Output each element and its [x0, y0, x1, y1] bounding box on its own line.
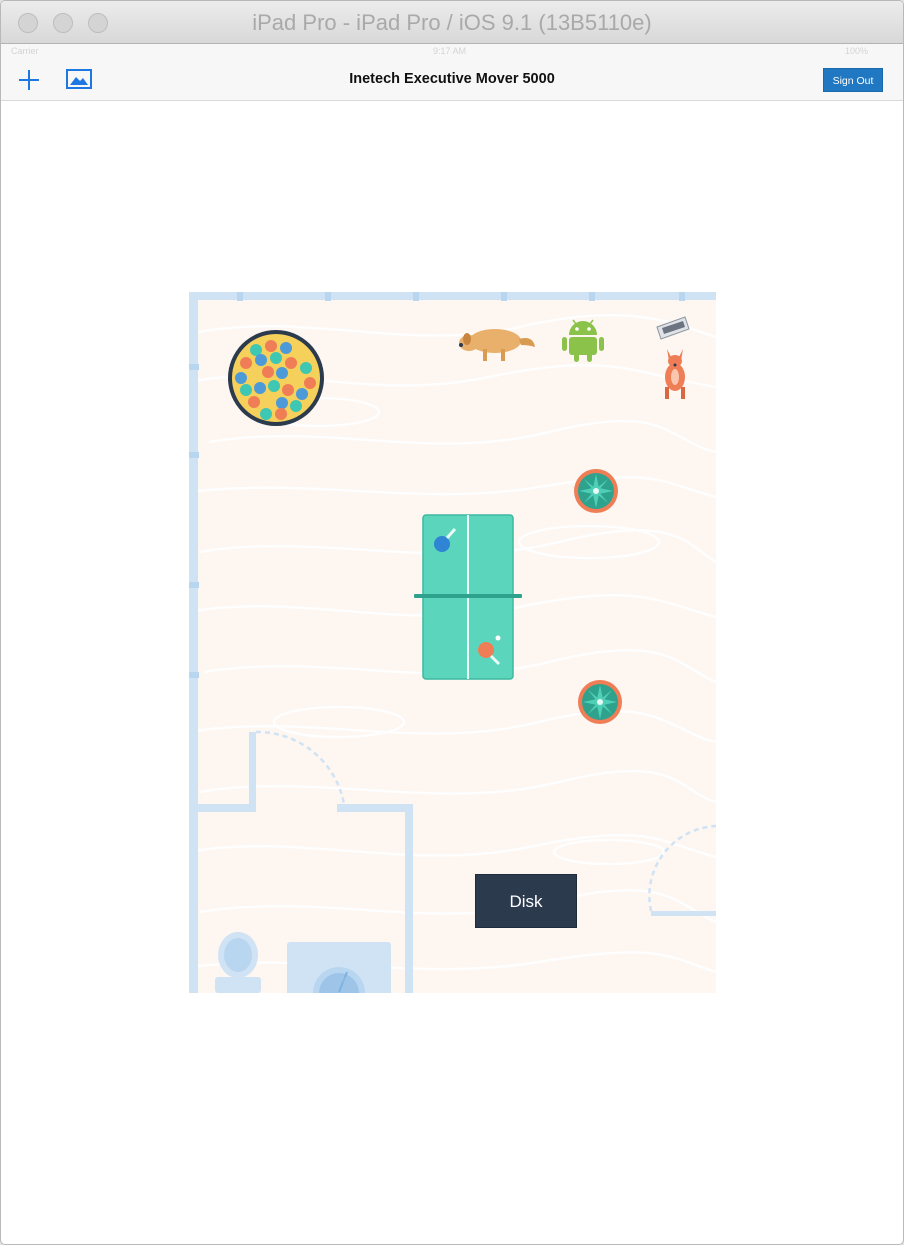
- scale-label: 230 lb: [329, 978, 349, 985]
- nav-title: Inetech Executive Mover 5000: [349, 71, 555, 87]
- time-label: 9:17 AM: [433, 46, 467, 56]
- ios-status-bar: Carrier 9:17 AM 100%: [1, 44, 903, 58]
- sign-out-button[interactable]: Sign Out: [823, 68, 883, 92]
- disk-button[interactable]: Disk: [475, 874, 577, 928]
- ball-pit-icon[interactable]: [226, 328, 326, 428]
- simulator-window: iPad Pro - iPad Pro / iOS 9.1 (13B5110e)…: [0, 0, 904, 1245]
- fox-icon[interactable]: [659, 347, 691, 401]
- ping-pong-table-icon[interactable]: [413, 514, 523, 682]
- potted-plant-icon[interactable]: [573, 468, 619, 514]
- carrier-label: Carrier: [11, 46, 39, 56]
- navigation-bar: Inetech Executive Mover 5000 Sign Out: [1, 58, 903, 101]
- battery-label: 100%: [845, 46, 869, 56]
- toilet-icon: [215, 932, 261, 993]
- window-titlebar: iPad Pro - iPad Pro / iOS 9.1 (13B5110e): [1, 1, 903, 44]
- dog-icon[interactable]: [453, 317, 537, 365]
- bathroom-scale: 230 lb: [287, 942, 391, 993]
- potted-plant-icon[interactable]: [577, 679, 623, 725]
- gauge-icon: [313, 967, 365, 993]
- laptop-icon[interactable]: [653, 313, 693, 341]
- android-robot-icon[interactable]: [561, 315, 605, 363]
- window-title: iPad Pro - iPad Pro / iOS 9.1 (13B5110e): [252, 10, 652, 35]
